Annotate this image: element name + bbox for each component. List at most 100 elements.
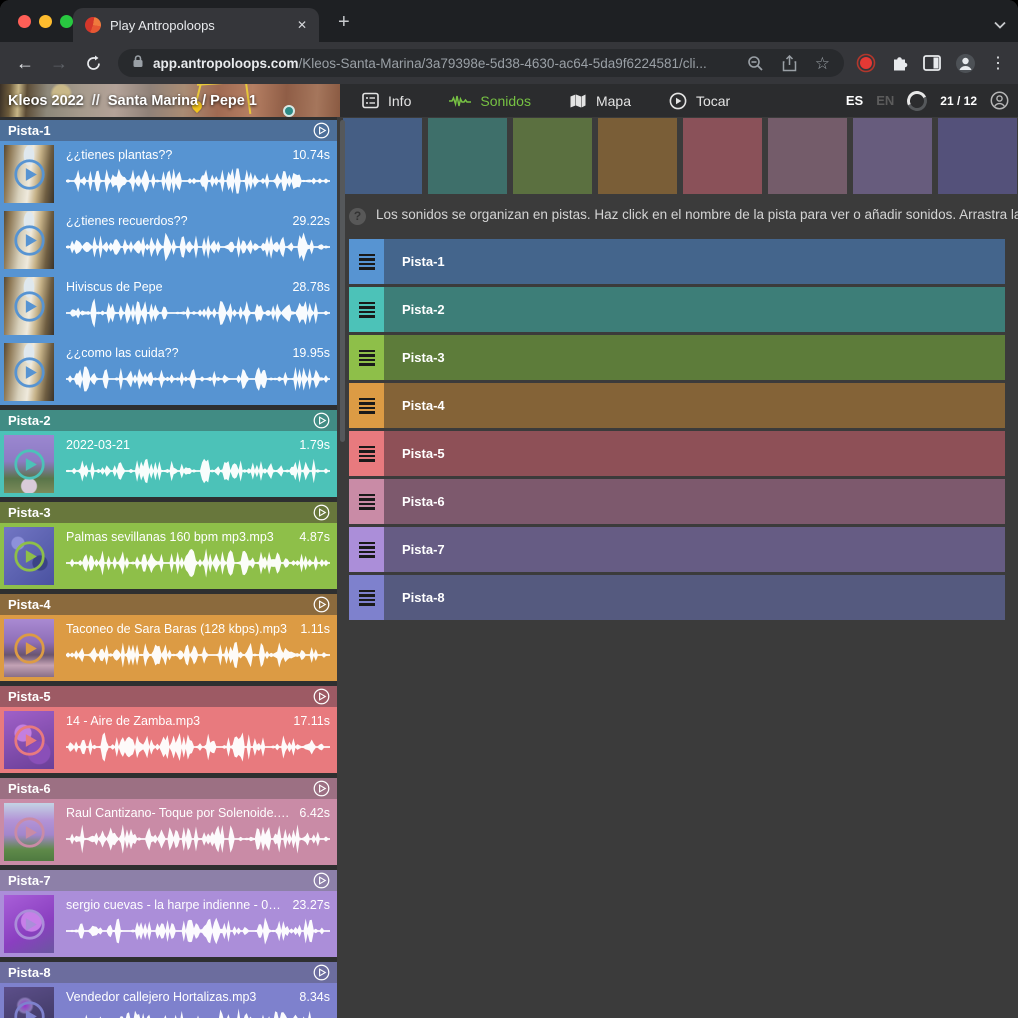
track-header[interactable]: Pista-8 [0,962,337,983]
track-row-body[interactable]: Pista-8 [384,575,1005,620]
back-button[interactable]: ← [10,48,40,78]
track-row[interactable]: Pista-7 [349,527,1005,572]
clip-thumbnail[interactable] [4,803,54,861]
track-row-body[interactable]: Pista-5 [384,431,1005,476]
track-row-body[interactable]: Pista-1 [384,239,1005,284]
track-row[interactable]: Pista-2 [349,287,1005,332]
record-extension-icon[interactable] [856,53,876,73]
clip[interactable]: 14 - Aire de Zamba.mp317.11s [0,707,337,773]
track-row-body[interactable]: Pista-7 [384,527,1005,572]
track-row-body[interactable]: Pista-6 [384,479,1005,524]
tab-search-chevron-icon[interactable] [994,16,1006,34]
profile-avatar-icon[interactable] [955,53,976,74]
breadcrumb-project[interactable]: Kleos 2022 [8,93,84,109]
sidebar-scrollbar[interactable] [340,120,345,442]
clip-thumbnail[interactable] [4,145,54,203]
track-play-button[interactable] [313,504,330,521]
track-row-body[interactable]: Pista-3 [384,335,1005,380]
clip[interactable]: sergio cuevas - la harpe indienne - 03 -… [0,891,337,957]
clip[interactable]: ¿¿tienes plantas??10.74s [0,141,337,207]
clip[interactable]: Raul Cantizano- Toque por Solenoide.mp36… [0,799,337,865]
extensions-puzzle-icon[interactable] [890,54,909,73]
track-play-button[interactable] [313,964,330,981]
track-row-body[interactable]: Pista-2 [384,287,1005,332]
drag-handle-icon[interactable] [349,383,384,428]
track-row-label: Pista-1 [402,254,445,269]
bookmark-star-icon[interactable]: ☆ [815,55,830,72]
track-color-swatch[interactable] [683,118,762,194]
side-panel-icon[interactable] [923,55,941,71]
address-bar[interactable]: app.antropoloops.com/Kleos-Santa-Marina/… [118,49,844,77]
track-row[interactable]: Pista-1 [349,239,1005,284]
clip-thumbnail[interactable] [4,619,54,677]
clip[interactable]: ¿¿como las cuida??19.95s [0,339,337,405]
drag-handle-icon[interactable] [349,527,384,572]
clip[interactable]: 2022-03-211.79s [0,431,337,497]
track-header[interactable]: Pista-7 [0,870,337,891]
track-play-button[interactable] [313,122,330,139]
drag-handle-icon[interactable] [349,239,384,284]
track-play-button[interactable] [313,780,330,797]
track-header[interactable]: Pista-2 [0,410,337,431]
lang-en-button[interactable]: EN [876,93,894,108]
close-tab-icon[interactable]: ✕ [297,18,307,32]
track-row[interactable]: Pista-4 [349,383,1005,428]
clip[interactable]: Palmas sevillanas 160 bpm mp3.mp34.87s [0,523,337,589]
account-icon[interactable] [990,91,1009,110]
lang-es-button[interactable]: ES [846,93,863,108]
clip-thumbnail[interactable] [4,343,54,401]
track-color-swatch[interactable] [938,118,1017,194]
tab-sonidos[interactable]: Sonidos [449,93,531,109]
track-play-button[interactable] [313,872,330,889]
clip-thumbnail[interactable] [4,711,54,769]
track-play-button[interactable] [313,596,330,613]
drag-handle-icon[interactable] [349,335,384,380]
clip[interactable]: Vendedor callejero Hortalizas.mp38.34s [0,983,337,1018]
close-window-button[interactable] [18,15,31,28]
track-color-swatch[interactable] [853,118,932,194]
clip[interactable]: Hiviscus de Pepe28.78s [0,273,337,339]
track-color-swatch[interactable] [428,118,507,194]
track-color-swatch[interactable] [598,118,677,194]
clip-thumbnail[interactable] [4,895,54,953]
share-icon[interactable] [782,55,797,72]
clip[interactable]: Taconeo de Sara Baras (128 kbps).mp31.11… [0,615,337,681]
track-row[interactable]: Pista-5 [349,431,1005,476]
clip[interactable]: ¿¿tienes recuerdos??29.22s [0,207,337,273]
clip-thumbnail[interactable] [4,211,54,269]
tab-mapa[interactable]: Mapa [569,93,631,109]
track-header[interactable]: Pista-5 [0,686,337,707]
reload-button[interactable] [78,48,108,78]
clip-thumbnail[interactable] [4,435,54,493]
clip-thumbnail[interactable] [4,987,54,1018]
track-color-swatch[interactable] [513,118,592,194]
track-color-swatch[interactable] [768,118,847,194]
map-thumbnail[interactable]: Kleos 2022 // Santa Marina / Pepe 1 [0,84,340,117]
zoom-out-icon[interactable] [747,55,764,72]
new-tab-button[interactable]: + [332,9,356,35]
track-row[interactable]: Pista-8 [349,575,1005,620]
tab-tocar[interactable]: Tocar [669,92,730,110]
drag-handle-icon[interactable] [349,479,384,524]
forward-button[interactable]: → [44,48,74,78]
track-header[interactable]: Pista-4 [0,594,337,615]
track-row[interactable]: Pista-3 [349,335,1005,380]
browser-tab[interactable]: Play Antropoloops ✕ [73,8,319,42]
clip-thumbnail[interactable] [4,277,54,335]
track-header[interactable]: Pista-3 [0,502,337,523]
track-row[interactable]: Pista-6 [349,479,1005,524]
browser-menu-icon[interactable]: ⋮ [990,53,1006,73]
track-header[interactable]: Pista-1 [0,120,337,141]
track-color-swatch[interactable] [343,118,422,194]
drag-handle-icon[interactable] [349,431,384,476]
zoom-window-button[interactable] [60,15,73,28]
track-header[interactable]: Pista-6 [0,778,337,799]
track-row-body[interactable]: Pista-4 [384,383,1005,428]
track-play-button[interactable] [313,412,330,429]
drag-handle-icon[interactable] [349,287,384,332]
minimize-window-button[interactable] [39,15,52,28]
tab-info[interactable]: Info [362,92,411,109]
drag-handle-icon[interactable] [349,575,384,620]
clip-thumbnail[interactable] [4,527,54,585]
track-play-button[interactable] [313,688,330,705]
